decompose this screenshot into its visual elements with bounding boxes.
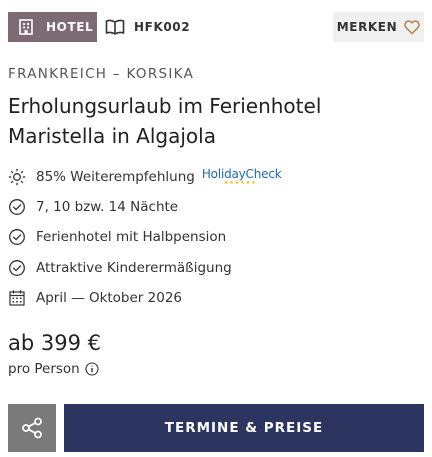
feature-text: April — Oktober 2026: [36, 290, 183, 306]
offer-code: HFK002: [105, 12, 190, 42]
check-circle-icon: [8, 228, 26, 246]
catalog-book-icon: [105, 19, 125, 35]
offer-code-label: HFK002: [134, 20, 191, 34]
hotel-building-icon: [18, 19, 34, 35]
check-circle-icon: [8, 198, 26, 216]
feature-text: Ferienhotel mit Halbpension: [36, 229, 227, 245]
holidaycheck-logo[interactable]: HolidayCheck ★★★★★★: [202, 168, 282, 186]
check-circle-icon: [8, 259, 26, 277]
header-row: HOTEL HFK002 MERKEN: [8, 12, 424, 42]
hotel-category-badge: HOTEL: [8, 12, 97, 42]
feature-recommendation: 85% Weiterempfehlung HolidayCheck ★★★★★★: [8, 166, 282, 188]
calendar-icon: [8, 289, 26, 307]
offer-title: Erholungsurlaub im Ferienhotel Maristell…: [8, 94, 322, 148]
share-button[interactable]: [8, 404, 56, 452]
feature-child-discount: Attraktive Kinderermäßigung: [8, 257, 232, 279]
holidaycheck-wordmark: HolidayCheck: [201, 167, 282, 181]
hotel-badge-label: HOTEL: [46, 20, 94, 34]
feature-board: Ferienhotel mit Halbpension: [8, 226, 226, 248]
feature-text: 7, 10 bzw. 14 Nächte: [36, 199, 179, 215]
feature-nights: 7, 10 bzw. 14 Nächte: [8, 196, 178, 218]
feature-travel-period: April — Oktober 2026: [8, 287, 182, 309]
dates-prices-button[interactable]: TERMINE & PREISE: [64, 404, 424, 452]
info-icon[interactable]: [85, 362, 99, 376]
holidaycheck-stars: ★★★★★★: [223, 180, 257, 186]
per-person-label: pro Person: [8, 361, 80, 377]
price-amount: ab 399 €: [8, 331, 101, 355]
destination-region: FRANKREICH – KORSIKA: [8, 66, 195, 82]
merken-button[interactable]: MERKEN: [333, 12, 424, 42]
heart-outline-icon: [404, 19, 421, 35]
share-icon: [21, 417, 43, 439]
sun-icon: [8, 168, 26, 186]
price-per-person: pro Person: [8, 360, 99, 378]
feature-text: Attraktive Kinderermäßigung: [36, 260, 232, 276]
merken-button-label: MERKEN: [336, 20, 398, 34]
feature-text: 85% Weiterempfehlung: [36, 169, 195, 185]
